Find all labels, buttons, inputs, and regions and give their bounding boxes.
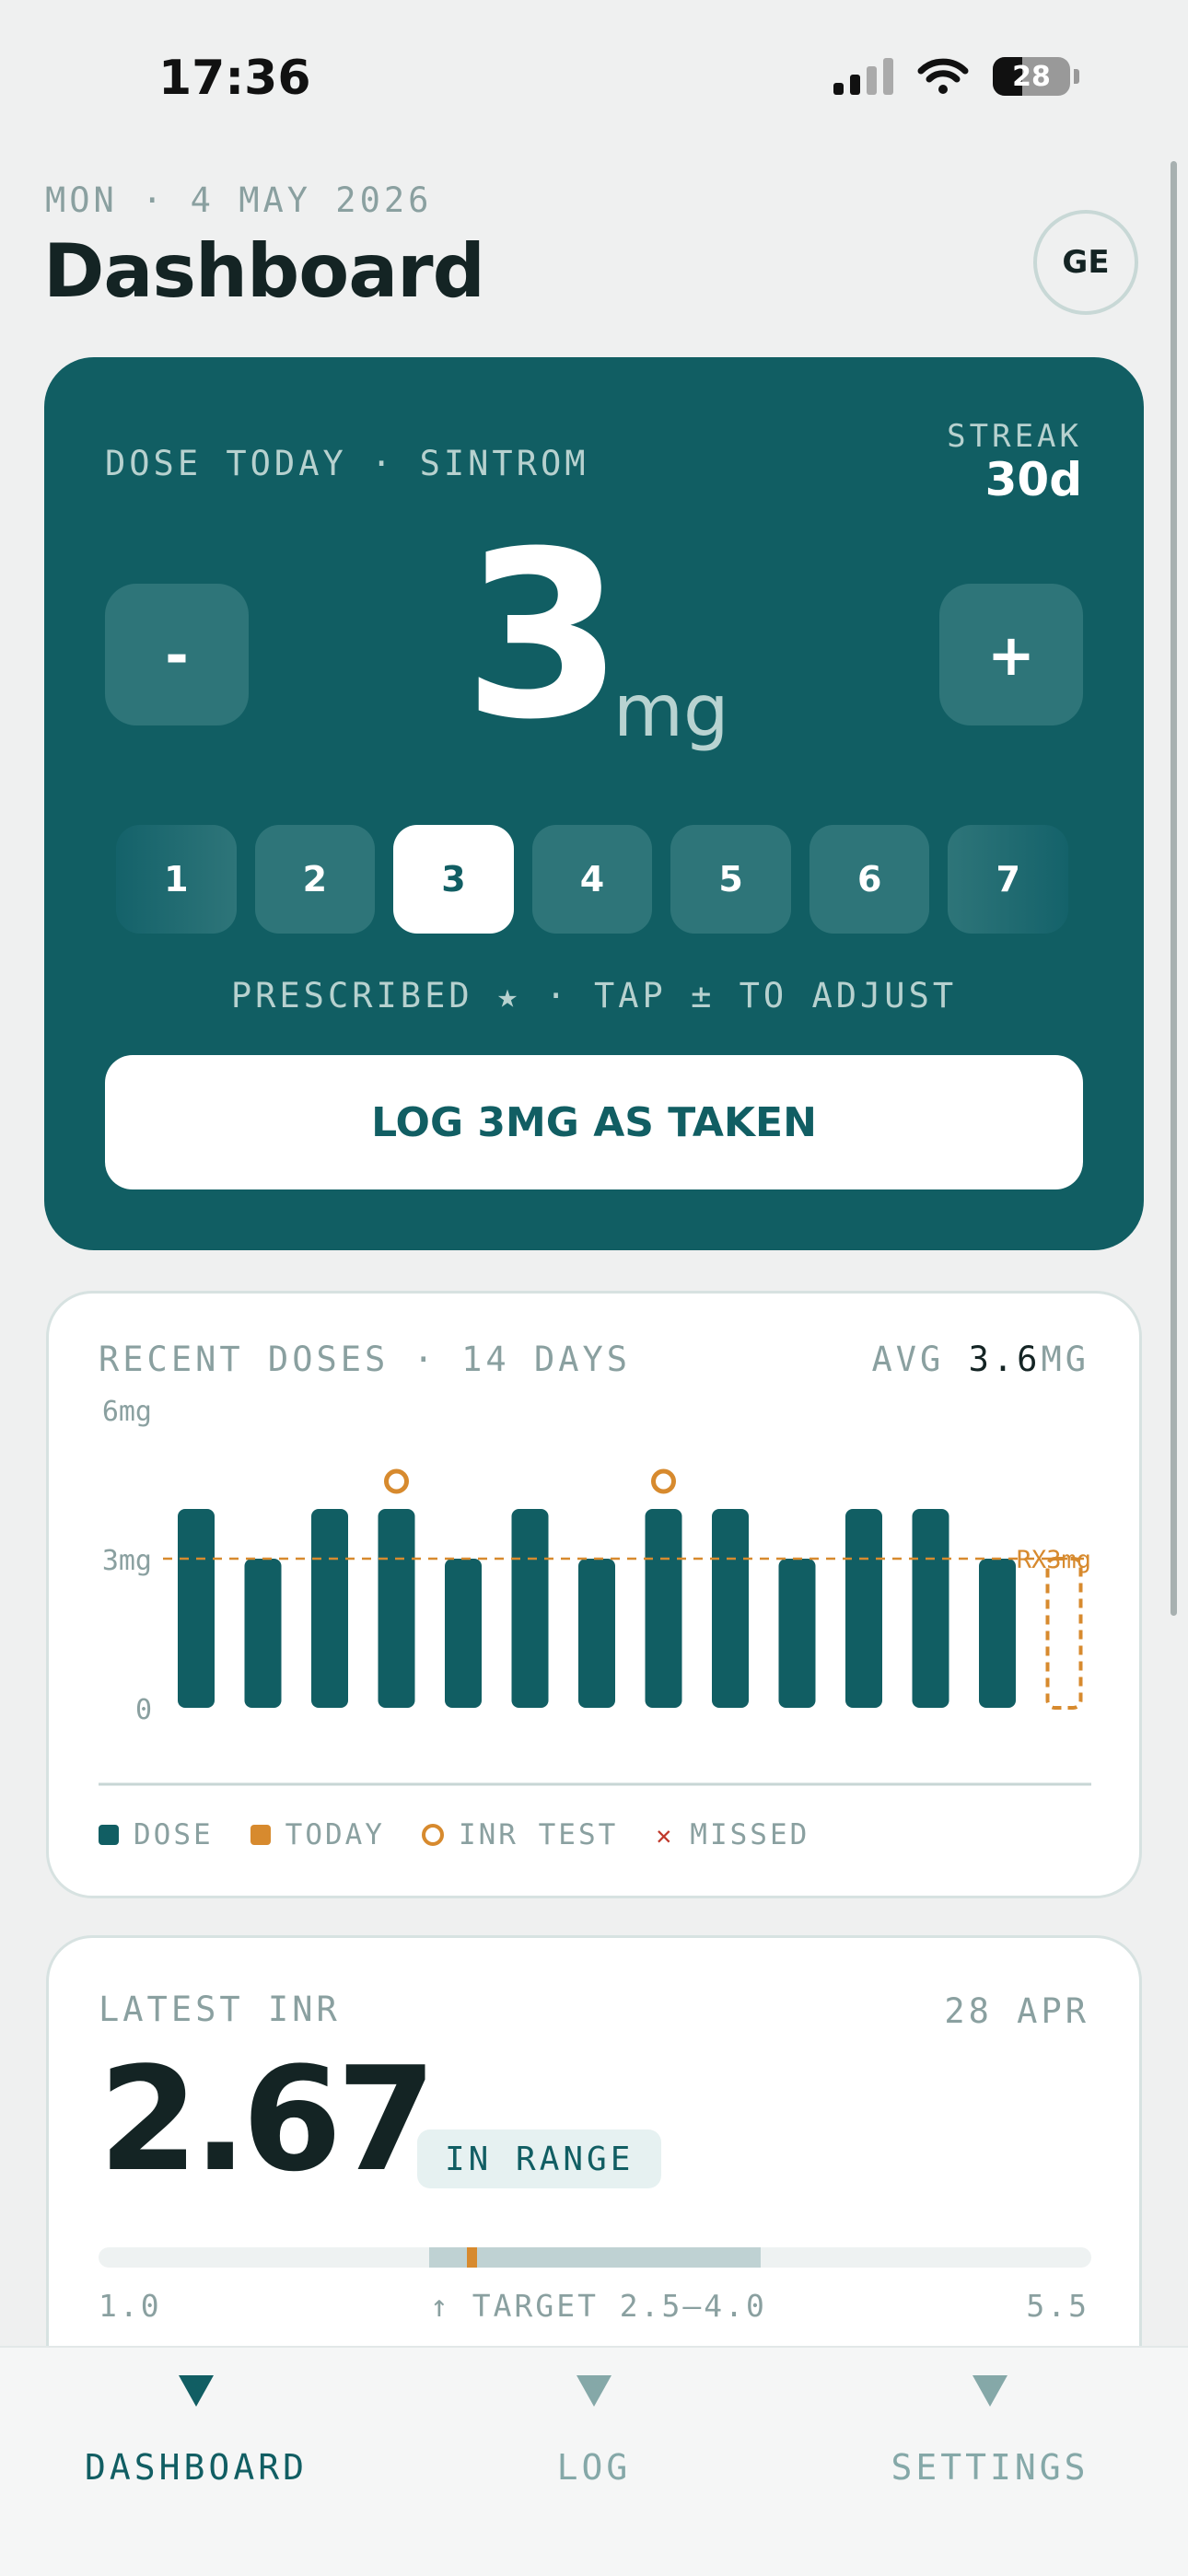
- latest-inr-value: 2.67: [99, 2036, 437, 2203]
- inr-value-marker: [467, 2247, 478, 2268]
- log-dose-button[interactable]: LOG 3MG AS TAKEN: [105, 1055, 1083, 1189]
- settings-tab-icon: [973, 2375, 1007, 2407]
- dose-bar: [712, 1509, 749, 1708]
- legend-inr-test: INR TEST: [421, 1818, 619, 1851]
- dose-chip-6[interactable]: 6: [809, 825, 930, 934]
- latest-inr-title: LATEST INR: [99, 1990, 341, 2029]
- dose-chip-3[interactable]: 3: [393, 825, 514, 934]
- inr-scale-max: 5.5: [1026, 2288, 1089, 2324]
- header-date: MON · 4 MAY 2026: [45, 180, 433, 220]
- dose-value: 3: [463, 502, 623, 770]
- missed-x-icon: ✕: [656, 1819, 675, 1851]
- legend-missed: ✕ MISSED: [655, 1818, 809, 1851]
- legend-today: TODAY: [250, 1818, 385, 1851]
- dose-chip-7[interactable]: 7: [948, 825, 1069, 934]
- wifi-icon: [917, 58, 969, 94]
- reference-line-label: RX3mg: [1017, 1546, 1091, 1574]
- tab-settings-label: SETTINGS: [891, 2447, 1089, 2488]
- legend-dose-swatch: [99, 1825, 119, 1845]
- increase-dose-button[interactable]: +: [939, 584, 1083, 725]
- dose-bar: [578, 1559, 615, 1708]
- y-tick-label: 3mg: [102, 1545, 152, 1577]
- tab-log-label: LOG: [556, 2447, 632, 2488]
- battery-level: 28: [1012, 60, 1051, 93]
- inr-scale-min: 1.0: [99, 2288, 162, 2324]
- inr-target-range: [429, 2247, 761, 2268]
- log-tab-icon: [577, 2375, 611, 2407]
- dashboard-tab-icon: [179, 2375, 214, 2407]
- scrollbar[interactable]: [1171, 161, 1177, 1616]
- dose-bar: [912, 1509, 949, 1708]
- today-bar: [1045, 1557, 1083, 1710]
- streak-label: STREAK: [947, 418, 1082, 455]
- streak-value: 30d: [984, 453, 1082, 506]
- inr-status-badge: IN RANGE: [417, 2129, 662, 2188]
- tab-log[interactable]: LOG: [442, 2375, 746, 2488]
- dose-bar: [778, 1559, 816, 1708]
- y-tick-label: 6mg: [102, 1396, 152, 1428]
- legend-today-label: TODAY: [285, 1818, 385, 1851]
- legend-dose: DOSE: [99, 1818, 214, 1851]
- inr-test-marker: [384, 1468, 409, 1494]
- status-time: 17:36: [158, 51, 311, 106]
- dose-chip-4[interactable]: 4: [531, 825, 653, 934]
- page-title: Dashboard: [43, 228, 485, 314]
- dose-bar: [311, 1509, 348, 1708]
- dose-bar: [445, 1559, 482, 1708]
- dose-bar: [178, 1509, 215, 1708]
- dose-chip-5[interactable]: 5: [670, 825, 791, 934]
- dose-unit: mg: [613, 670, 729, 753]
- inr-range-track: [99, 2247, 1091, 2268]
- dose-bar: [845, 1509, 882, 1708]
- tab-dashboard-label: DASHBOARD: [85, 2447, 308, 2488]
- legend-dose-label: DOSE: [134, 1818, 214, 1851]
- tab-bar: DASHBOARD LOG SETTINGS: [0, 2346, 1188, 2576]
- inr-target-label: ↑ TARGET 2.5–4.0: [430, 2288, 767, 2324]
- dose-chip-2[interactable]: 2: [254, 825, 376, 934]
- dose-hint: PRESCRIBED ★ · TAP ± TO ADJUST: [230, 976, 958, 1015]
- y-tick-label: 0: [135, 1694, 152, 1726]
- legend-today-swatch: [250, 1825, 271, 1845]
- battery-icon: 28: [993, 57, 1070, 96]
- dose-card-label: DOSE TODAY · SINTROM: [105, 444, 589, 483]
- decrease-dose-button[interactable]: -: [105, 584, 249, 725]
- signal-icon: [833, 58, 893, 95]
- dose-bar: [645, 1509, 682, 1708]
- tab-settings[interactable]: SETTINGS: [838, 2375, 1142, 2488]
- dose-chip-list: 1 2 3 4 5 6 7: [116, 825, 1069, 934]
- inr-test-marker: [651, 1468, 676, 1494]
- avatar[interactable]: GE: [1033, 210, 1138, 315]
- dose-bar: [244, 1559, 282, 1708]
- battery-tip: [1074, 69, 1079, 84]
- dose-chart: 0 3mg 6mg RX3mg: [99, 1396, 1091, 1786]
- tab-dashboard[interactable]: DASHBOARD: [44, 2375, 348, 2488]
- dose-bar: [511, 1509, 549, 1708]
- recent-doses-card: RECENT DOSES · 14 DAYS AVG 3.6MG 0 3mg 6mg…: [46, 1291, 1142, 1898]
- dose-bar: [979, 1559, 1016, 1708]
- chart-legend: DOSE TODAY INR TEST ✕ MISSED: [99, 1818, 809, 1851]
- dose-bar: [378, 1509, 415, 1708]
- legend-inr-swatch: [421, 1824, 444, 1846]
- latest-inr-date: 28 APR: [944, 1991, 1089, 2031]
- legend-inr-label: INR TEST: [458, 1818, 619, 1851]
- legend-missed-label: MISSED: [690, 1818, 810, 1851]
- dose-card: DOSE TODAY · SINTROM STREAK 30d - 3 mg +…: [44, 357, 1144, 1250]
- status-icons: 28: [833, 57, 1079, 96]
- dose-chip-1[interactable]: 1: [116, 825, 237, 934]
